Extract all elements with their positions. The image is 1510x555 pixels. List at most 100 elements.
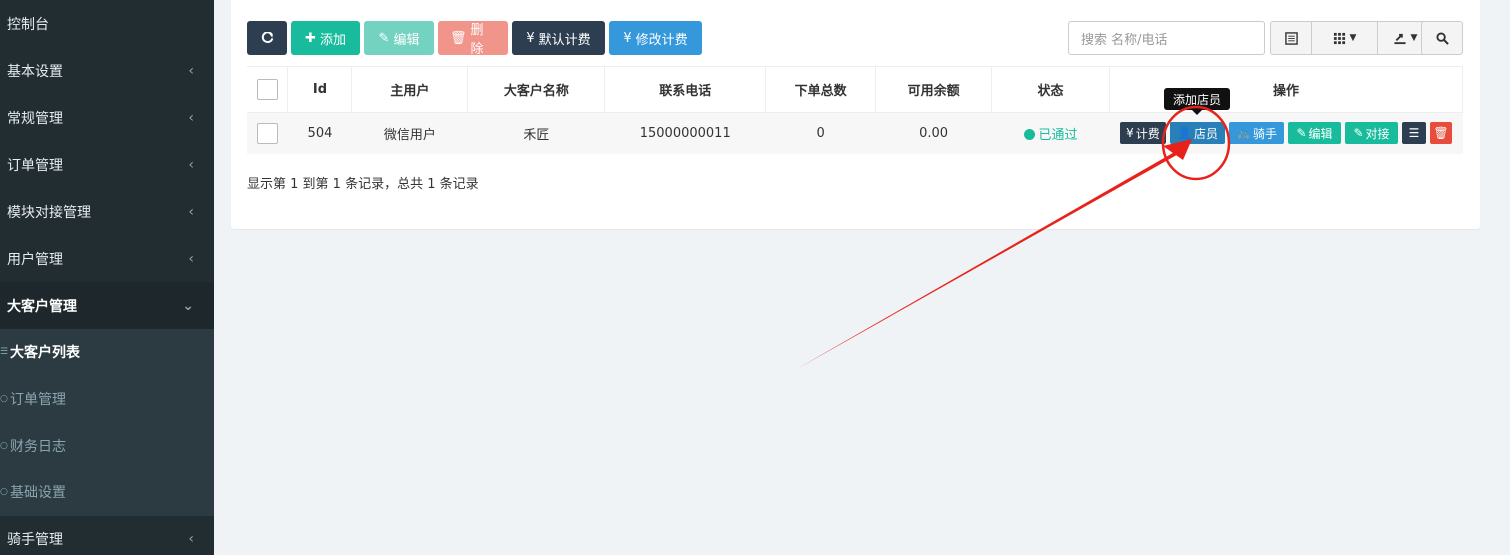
circle-icon: ○ [0, 440, 8, 451]
col-header[interactable]: Id [287, 66, 353, 113]
default-fee-button[interactable]: ¥ 默认计费 [512, 21, 605, 55]
chevron-left-icon: ‹ [188, 109, 194, 126]
add-button-label: 添加 [319, 32, 346, 48]
cell-id: 504 [287, 112, 353, 154]
modify-fee-label: 修改计费 [635, 32, 688, 48]
row-checkbox[interactable] [256, 122, 278, 144]
edit-button[interactable]: ✎ 编辑 [364, 21, 434, 55]
cell-status: 已通过 [991, 112, 1110, 154]
row-rider-button[interactable]: 🚲 骑手 [1228, 122, 1284, 145]
caret-down-icon: ▼ [1410, 33, 1418, 43]
sidebar-item-orders[interactable]: 订单管理 ‹ [0, 141, 214, 188]
chevron-left-icon: ‹ [188, 156, 194, 173]
edit-button-label: 编辑 [393, 32, 420, 48]
toggle-view-button[interactable] [1270, 21, 1312, 55]
sidebar-item-label: 控制台 [7, 16, 49, 33]
chevron-left-icon: ‹ [188, 62, 194, 79]
sidebar-item-modules[interactable]: 模块对接管理 ‹ [0, 188, 214, 235]
cell-name: 禾匠 [467, 112, 606, 154]
modify-fee-button[interactable]: ¥ 修改计费 [609, 21, 702, 55]
submenu-item-base-settings[interactable]: ○ 基础设置 [0, 469, 214, 516]
col-header[interactable]: 大客户名称 [467, 66, 606, 113]
cell-main-user: 微信用户 [351, 112, 469, 154]
chevron-left-icon: ‹ [188, 531, 194, 548]
delete-button[interactable]: 🗑 删除 [438, 21, 508, 57]
select-all-checkbox[interactable] [256, 79, 278, 100]
submenu-item-label: 基础设置 [10, 485, 66, 502]
sidebar-item-label: 常规管理 [7, 110, 63, 127]
submenu: ☰ 大客户列表 ○ 订单管理 ○ 财务日志 ○ 基础设置 [0, 329, 214, 516]
sidebar-item-key-accounts[interactable]: 大客户管理 ⌄ [0, 282, 214, 329]
col-header[interactable]: 可用余额 [875, 66, 993, 113]
submenu-item-label: 财务日志 [10, 438, 66, 455]
row-staff-button[interactable]: 👤 店员 [1169, 122, 1225, 145]
trash-icon: 🗑 [450, 30, 467, 46]
search-button[interactable] [1421, 21, 1463, 55]
key-account-table: Id 主用户 大客户名称 联系电话 下单总数 可用余额 状态 操作 504 微信… [247, 66, 1464, 154]
row-dock-label: 对接 [1365, 126, 1390, 141]
row-fee-label: 计费 [1135, 126, 1160, 141]
search-placeholder: 搜索 名称/电话 [1081, 32, 1168, 48]
sidebar-item-label: 骑手管理 [7, 532, 63, 549]
search-input[interactable]: 搜索 名称/电话 [1068, 21, 1265, 55]
sidebar-item-label: 基本设置 [7, 63, 63, 80]
caret-down-icon: ▼ [1349, 33, 1357, 43]
row-detail-button[interactable]: ☰ [1401, 122, 1426, 145]
list-icon: ☰ [0, 347, 9, 358]
plus-icon: ✚ [305, 30, 316, 46]
sidebar-item-dashboard[interactable]: 控制台 [0, 0, 214, 47]
table-icon [1284, 31, 1298, 45]
sidebar-item-label: 模块对接管理 [7, 204, 91, 221]
yen-icon: ¥ [526, 30, 535, 46]
submenu-item-label: 订单管理 [10, 392, 66, 409]
submenu-item-finance-log[interactable]: ○ 财务日志 [0, 422, 214, 469]
circle-icon: ○ [0, 487, 8, 498]
select-all-cell [247, 66, 289, 113]
row-rider-label: 骑手 [1252, 126, 1277, 141]
user-plus-icon: 👤 [1177, 126, 1192, 141]
submenu-item-label: 大客户列表 [10, 345, 80, 362]
sidebar-item-label: 用户管理 [7, 251, 63, 268]
list-icon: ☰ [1408, 126, 1420, 141]
row-delete-button[interactable]: 🗑 [1429, 122, 1452, 145]
cell-balance: 0.00 [875, 112, 993, 154]
table-tools: ▼ ▼ [1270, 21, 1433, 55]
default-fee-label: 默认计费 [538, 32, 591, 48]
toolbar: ✚ 添加 ✎ 编辑 🗑 删除 ¥ 默认计费 ¥ 修改计费 [247, 21, 702, 57]
sidebar-item-users[interactable]: 用户管理 ‹ [0, 235, 214, 282]
columns-button[interactable]: ▼ [1312, 21, 1378, 55]
cell-phone: 15000000011 [604, 112, 767, 154]
refresh-icon [261, 31, 273, 43]
export-icon [1393, 33, 1406, 44]
delete-button-label: 删除 [470, 23, 484, 57]
bicycle-icon: 🚲 [1236, 126, 1251, 141]
grid-icon [1333, 32, 1345, 44]
sidebar-item-riders[interactable]: 骑手管理 ‹ [0, 516, 214, 555]
col-header[interactable]: 主用户 [351, 66, 469, 113]
chevron-down-icon: ⌄ [182, 297, 194, 314]
edit-icon: ✎ [1353, 126, 1364, 141]
pencil-icon: ✎ [378, 30, 390, 46]
add-button[interactable]: ✚ 添加 [291, 21, 360, 55]
status-badge: 已通过 [1038, 127, 1078, 143]
status-dot-icon [1023, 128, 1035, 140]
row-edit-button[interactable]: ✎ 编辑 [1287, 122, 1341, 145]
circle-icon: ○ [0, 394, 8, 405]
row-dock-button[interactable]: ✎ 对接 [1344, 122, 1398, 145]
chevron-left-icon: ‹ [188, 203, 194, 220]
col-header[interactable]: 状态 [991, 66, 1110, 113]
col-header[interactable]: 下单总数 [765, 66, 877, 113]
submenu-item-key-account-list[interactable]: ☰ 大客户列表 [0, 329, 214, 376]
row-select-cell [247, 112, 289, 154]
sidebar-item-general[interactable]: 常规管理 ‹ [0, 94, 214, 141]
yen-icon: ¥ [623, 30, 632, 46]
submenu-item-orders[interactable]: ○ 订单管理 [0, 376, 214, 423]
cell-orders: 0 [765, 112, 877, 154]
col-header[interactable]: 联系电话 [604, 66, 767, 113]
refresh-button[interactable] [247, 21, 287, 55]
row-edit-label: 编辑 [1308, 126, 1333, 141]
sidebar-item-basic-settings[interactable]: 基本设置 ‹ [0, 47, 214, 94]
table-header-row: Id 主用户 大客户名称 联系电话 下单总数 可用余额 状态 操作 [247, 66, 1464, 113]
search-icon [1435, 31, 1449, 45]
row-fee-button[interactable]: ¥ 计费 [1119, 122, 1166, 145]
